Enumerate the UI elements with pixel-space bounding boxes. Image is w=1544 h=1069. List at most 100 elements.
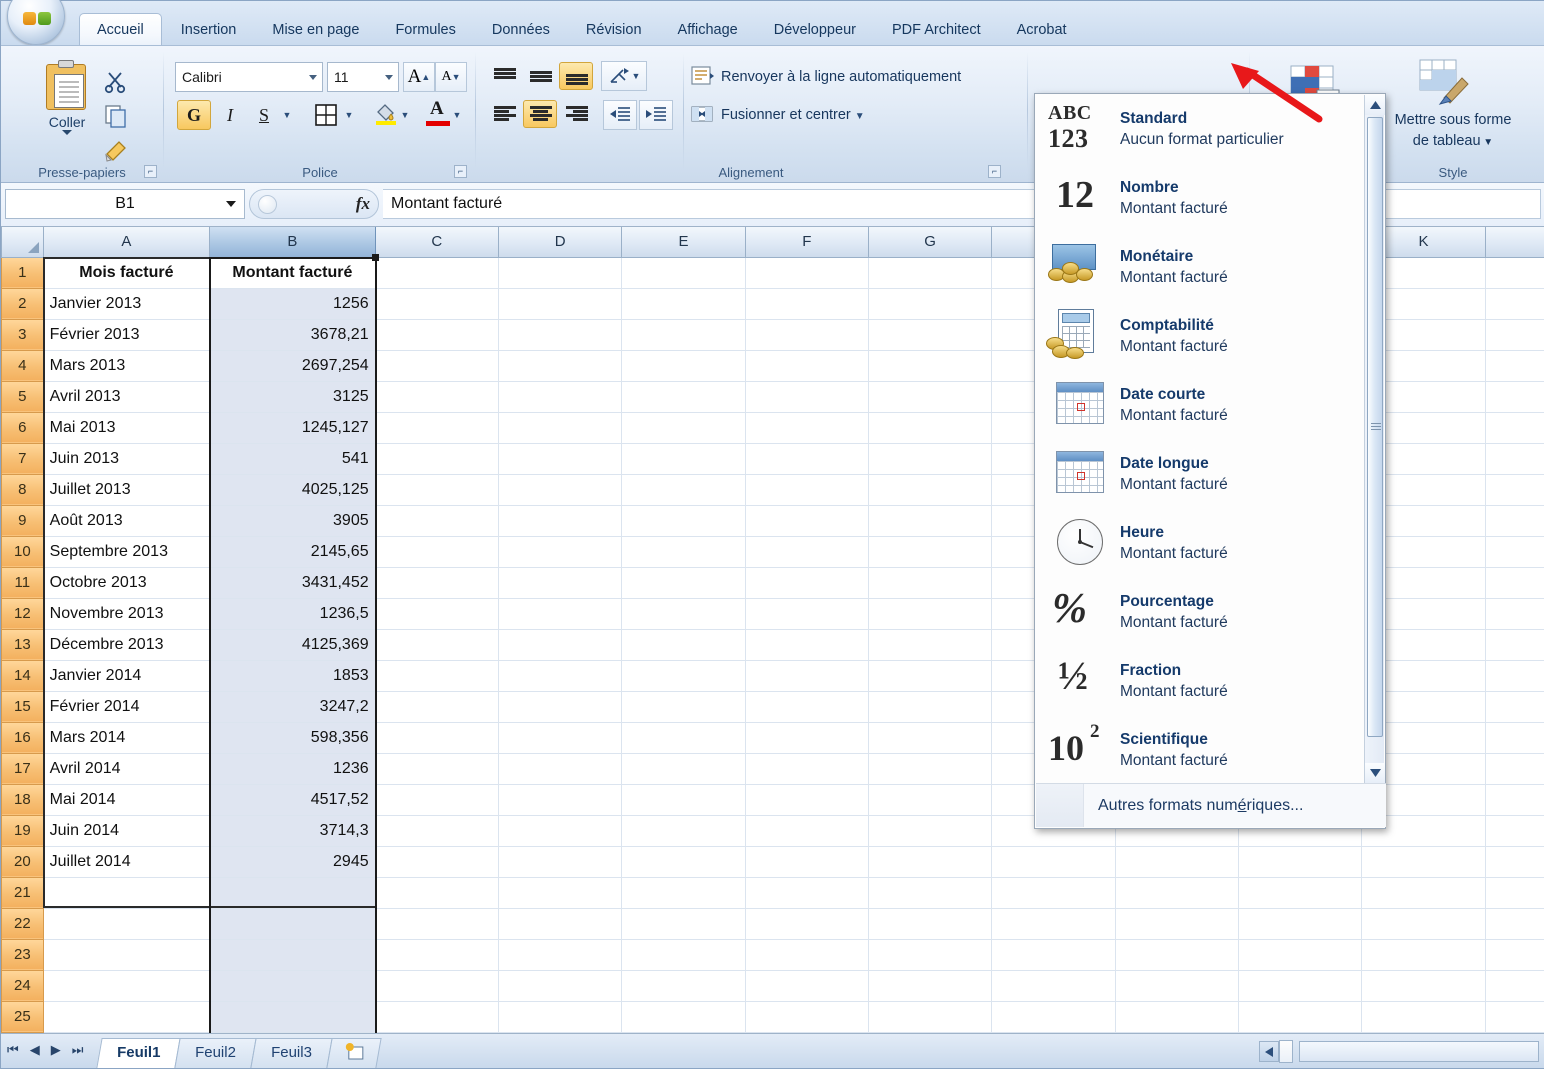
- first-sheet-button[interactable]: ⏮: [7, 1042, 19, 1058]
- cell-F21[interactable]: [744, 876, 869, 909]
- cell-b25[interactable]: [209, 1000, 376, 1033]
- cell-E10[interactable]: [621, 535, 746, 568]
- tab-insertion[interactable]: Insertion: [164, 15, 254, 47]
- cell-G1[interactable]: [867, 256, 993, 289]
- sheet-tab-feuil3[interactable]: Feuil3: [250, 1038, 333, 1068]
- cell-G18[interactable]: [867, 783, 993, 816]
- cell-D13[interactable]: [497, 628, 623, 661]
- cell-E20[interactable]: [621, 845, 746, 878]
- cell-b17[interactable]: 1236: [209, 752, 376, 785]
- cell-b24[interactable]: [209, 969, 376, 1002]
- cell-E5[interactable]: [621, 380, 746, 413]
- cell-C12[interactable]: [374, 597, 499, 630]
- cell-L23[interactable]: [1484, 938, 1544, 971]
- column-header-d[interactable]: D: [497, 227, 623, 258]
- cell-b21[interactable]: [209, 876, 376, 909]
- scrollbar-thumb[interactable]: [1367, 117, 1383, 737]
- more-number-formats-button[interactable]: Autres formats numériques...: [1084, 797, 1303, 815]
- cell-G3[interactable]: [867, 318, 993, 351]
- cell-G21[interactable]: [867, 876, 993, 909]
- cell-E23[interactable]: [621, 938, 746, 971]
- cell-D23[interactable]: [497, 938, 623, 971]
- tab-accueil[interactable]: Accueil: [79, 13, 162, 47]
- bold-button[interactable]: G: [177, 100, 211, 130]
- cell-K21[interactable]: [1361, 876, 1486, 909]
- cell-D10[interactable]: [497, 535, 623, 568]
- row-header[interactable]: 11: [1, 566, 44, 599]
- cell-C17[interactable]: [374, 752, 499, 785]
- cell-C25[interactable]: [374, 1000, 499, 1033]
- borders-button[interactable]: [309, 100, 343, 130]
- cell-a4[interactable]: Mars 2013: [42, 349, 211, 382]
- cell-H25[interactable]: [991, 1000, 1116, 1033]
- cell-E22[interactable]: [621, 907, 746, 940]
- cell-E21[interactable]: [621, 876, 746, 909]
- decrease-font-size-button[interactable]: A ▼: [435, 62, 467, 92]
- row-header[interactable]: 15: [1, 690, 44, 723]
- row-header[interactable]: 13: [1, 628, 44, 661]
- cell-a13[interactable]: Décembre 2013: [42, 628, 211, 661]
- cell-E16[interactable]: [621, 721, 746, 754]
- cell-G9[interactable]: [867, 504, 993, 537]
- borders-chevron-down-icon[interactable]: ▼: [341, 100, 357, 130]
- cell-E17[interactable]: [621, 752, 746, 785]
- copy-button[interactable]: [103, 104, 131, 130]
- number-format-item-comptabilit-[interactable]: Comptabilité Montant facturé: [1036, 302, 1366, 371]
- cell-L8[interactable]: [1484, 473, 1544, 506]
- sheet-tab-feuil2[interactable]: Feuil2: [174, 1038, 257, 1068]
- cell-G5[interactable]: [867, 380, 993, 413]
- scroll-down-arrow-icon[interactable]: [1365, 763, 1385, 783]
- cell-a1[interactable]: Mois facturé: [42, 256, 211, 289]
- cell-G15[interactable]: [867, 690, 993, 723]
- cell-C8[interactable]: [374, 473, 499, 506]
- cell-D1[interactable]: [497, 256, 623, 289]
- cell-J25[interactable]: [1237, 1000, 1363, 1033]
- row-header[interactable]: 7: [1, 442, 44, 475]
- increase-font-size-button[interactable]: A ▲: [403, 62, 435, 92]
- cell-H24[interactable]: [991, 969, 1116, 1002]
- office-button[interactable]: [7, 0, 65, 45]
- cell-a17[interactable]: Avril 2014: [42, 752, 211, 785]
- cell-L6[interactable]: [1484, 411, 1544, 444]
- cell-G23[interactable]: [867, 938, 993, 971]
- row-header[interactable]: 20: [1, 845, 44, 878]
- cell-L3[interactable]: [1484, 318, 1544, 351]
- name-box[interactable]: B1: [5, 189, 245, 219]
- select-all-corner[interactable]: [1, 227, 44, 258]
- tab-acrobat[interactable]: Acrobat: [1000, 15, 1084, 47]
- cell-G16[interactable]: [867, 721, 993, 754]
- format-as-table-icon[interactable]: [1417, 56, 1473, 108]
- cell-F23[interactable]: [744, 938, 869, 971]
- cell-E9[interactable]: [621, 504, 746, 537]
- alignment-dialog-launcher[interactable]: ⌐: [988, 165, 1001, 178]
- cell-b7[interactable]: 541: [209, 442, 376, 475]
- cut-button[interactable]: [103, 70, 131, 96]
- insert-function-icon[interactable]: fx: [356, 194, 370, 214]
- number-format-item-fraction[interactable]: ½ Fraction Montant facturé: [1036, 647, 1366, 716]
- next-sheet-button[interactable]: ▶: [51, 1042, 61, 1058]
- underline-button[interactable]: S: [247, 100, 281, 130]
- increase-indent-button[interactable]: [639, 100, 673, 130]
- cell-L25[interactable]: [1484, 1000, 1544, 1033]
- row-header[interactable]: 4: [1, 349, 44, 382]
- number-format-scrollbar[interactable]: [1364, 95, 1385, 783]
- cell-I25[interactable]: [1114, 1000, 1239, 1033]
- hscroll-split-handle[interactable]: [1279, 1040, 1293, 1063]
- cell-L5[interactable]: [1484, 380, 1544, 413]
- row-header[interactable]: 12: [1, 597, 44, 630]
- cell-G4[interactable]: [867, 349, 993, 382]
- cell-G11[interactable]: [867, 566, 993, 599]
- wrap-text-icon[interactable]: [689, 64, 715, 88]
- cell-I22[interactable]: [1114, 907, 1239, 940]
- cell-H23[interactable]: [991, 938, 1116, 971]
- cell-C5[interactable]: [374, 380, 499, 413]
- cell-F7[interactable]: [744, 442, 869, 475]
- cell-J22[interactable]: [1237, 907, 1363, 940]
- cell-L2[interactable]: [1484, 287, 1544, 320]
- cell-D20[interactable]: [497, 845, 623, 878]
- cell-E11[interactable]: [621, 566, 746, 599]
- hscroll-left-button[interactable]: [1259, 1041, 1279, 1062]
- cell-J21[interactable]: [1237, 876, 1363, 909]
- align-center-button[interactable]: [523, 100, 557, 128]
- cell-F6[interactable]: [744, 411, 869, 444]
